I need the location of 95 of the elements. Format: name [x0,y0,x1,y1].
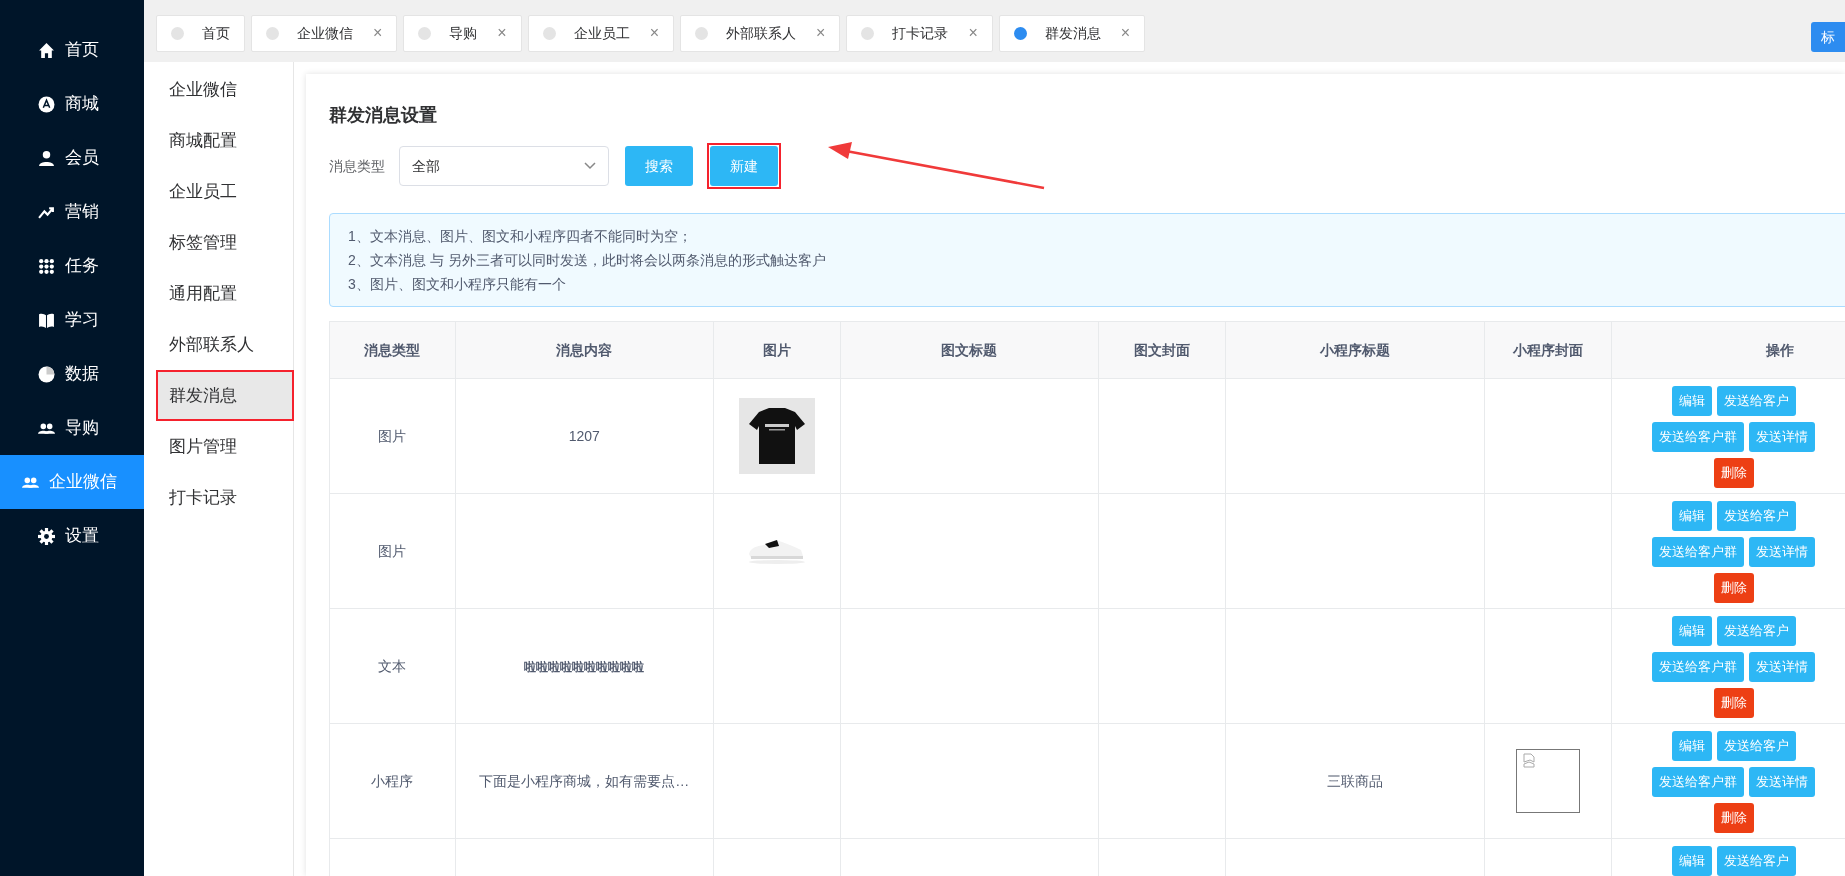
action-button[interactable]: 发送详情 [1749,652,1816,682]
table-cell-text: 图片 [378,427,407,444]
column-header: 消息类型 [329,321,456,379]
table-cell-text: 啦啦啦啦啦啦啦啦啦啦 [524,659,645,674]
nav-item[interactable]: 企业微信 [0,455,144,509]
tab[interactable]: 首页 [156,14,245,52]
submenu-item[interactable]: 商城配置 [156,115,294,166]
close-icon[interactable]: × [497,21,507,45]
action-button[interactable]: 发送给客户群 [1652,537,1745,567]
book-icon [38,311,55,329]
action-button[interactable]: 发送详情 [1749,537,1816,567]
status-dot-icon [542,26,556,40]
table-cell-text: 文本 [378,657,407,674]
action-button[interactable]: 发送给客户 [1716,386,1796,416]
action-button[interactable]: 编辑 [1671,501,1712,531]
nav-item[interactable]: 设置 [0,509,144,563]
action-button[interactable]: 发送给客户群 [1652,652,1745,682]
person-icon [38,149,55,167]
settings-icon [38,527,55,545]
action-button[interactable]: 发送给客户 [1716,731,1796,761]
delete-button[interactable]: 删除 [1713,688,1754,718]
action-button[interactable]: 发送详情 [1749,767,1816,797]
action-button[interactable]: 发送给客户群 [1652,422,1745,452]
status-dot-icon [418,26,432,40]
grid-icon [38,257,55,275]
close-icon[interactable]: × [968,21,978,45]
submenu-item[interactable]: 通用配置 [156,268,294,319]
column-header: 小程序封面 [1484,321,1612,379]
nav-item[interactable]: 数据 [0,347,144,401]
nav-item[interactable]: 首页 [0,23,144,77]
nav-item[interactable]: 导购 [0,401,144,455]
tab[interactable]: 导购 × [403,14,522,52]
type-select[interactable]: 全部 [399,146,609,186]
home-icon [38,41,55,59]
submenu-item[interactable]: 外部联系人 [156,319,294,370]
delete-button[interactable]: 删除 [1713,458,1754,488]
submenu-item[interactable]: 企业微信 [156,64,294,115]
column-header: 消息内容 [455,321,714,379]
tab[interactable]: 企业微信 × [251,14,398,52]
action-button[interactable]: 发送给客户 [1716,616,1796,646]
submenu-item[interactable]: 图片管理 [156,421,294,472]
column-header: 图片 [713,321,841,379]
status-dot-icon [171,26,184,40]
action-button[interactable]: 发送给客户群 [1652,767,1745,797]
close-icon[interactable]: × [816,21,826,45]
chevron-down-icon [584,162,596,170]
action-button[interactable]: 发送给客户 [1716,846,1796,876]
table-cell-text: 1207 [568,427,600,444]
notice-text: 3、图片、图文和小程序只能有一个 [348,275,566,294]
search-button[interactable]: 搜索 [625,146,693,186]
column-header: 小程序标题 [1225,321,1485,379]
action-button[interactable]: 编辑 [1671,846,1712,876]
status-dot-icon [266,26,279,40]
notice-text: 1、文本消息、图片、图文和小程序四者不能同时为空； [348,227,692,246]
close-icon[interactable]: × [373,21,383,45]
delete-button[interactable]: 删除 [1713,573,1754,603]
nav-item[interactable]: 商城 [0,77,144,131]
tab[interactable]: 外部联系人 × [680,14,841,52]
action-button[interactable]: 编辑 [1671,386,1712,416]
submenu-item[interactable]: 企业员工 [156,166,294,217]
page-title: 群发消息设置 [329,104,438,127]
table-cell-text: 下面是小程序商城，如有需要点… [479,772,690,789]
nav-item[interactable]: 会员 [0,131,144,185]
nav-item[interactable]: 学习 [0,293,144,347]
notice-text: 2、文本消息 与 另外三者可以同时发送，此时将会以两条消息的形式触达客户 [348,251,826,270]
tab[interactable]: 群发消息 × [998,14,1146,52]
store-icon [38,95,55,113]
status-dot-icon [1013,26,1027,40]
nav-item[interactable]: 营销 [0,185,144,239]
delete-button[interactable]: 删除 [1713,803,1754,833]
tag-button[interactable]: 标 [1811,22,1845,52]
column-header: 图文标题 [840,321,1099,379]
column-header: 操作 [1611,321,1845,379]
action-button[interactable]: 发送给客户 [1716,501,1796,531]
action-button[interactable]: 编辑 [1671,616,1712,646]
table-cell-text: 小程序 [371,772,414,789]
table-cell-text: 三联商品 [1327,772,1384,789]
status-dot-icon [861,26,875,40]
submenu-item[interactable]: 打卡记录 [156,472,294,523]
pie-chart-icon [38,365,55,383]
new-button[interactable]: 新建 [710,146,778,186]
submenu-item[interactable]: 群发消息 [156,370,294,421]
action-button[interactable]: 编辑 [1671,731,1712,761]
action-button[interactable]: 发送详情 [1749,422,1816,452]
status-dot-icon [695,26,709,40]
tab[interactable]: 打卡记录 × [846,14,993,52]
broken-image-icon [1516,749,1580,813]
close-icon[interactable]: × [649,21,660,45]
submenu-item[interactable]: 标签管理 [156,217,294,268]
filter-label: 消息类型 [329,156,385,176]
close-icon[interactable]: × [1120,21,1131,45]
nav-item[interactable]: 任务 [0,239,144,293]
table-cell-text: 图片 [378,542,407,559]
tab[interactable]: 企业员工 × [527,14,675,52]
column-header: 图文封面 [1098,321,1226,379]
